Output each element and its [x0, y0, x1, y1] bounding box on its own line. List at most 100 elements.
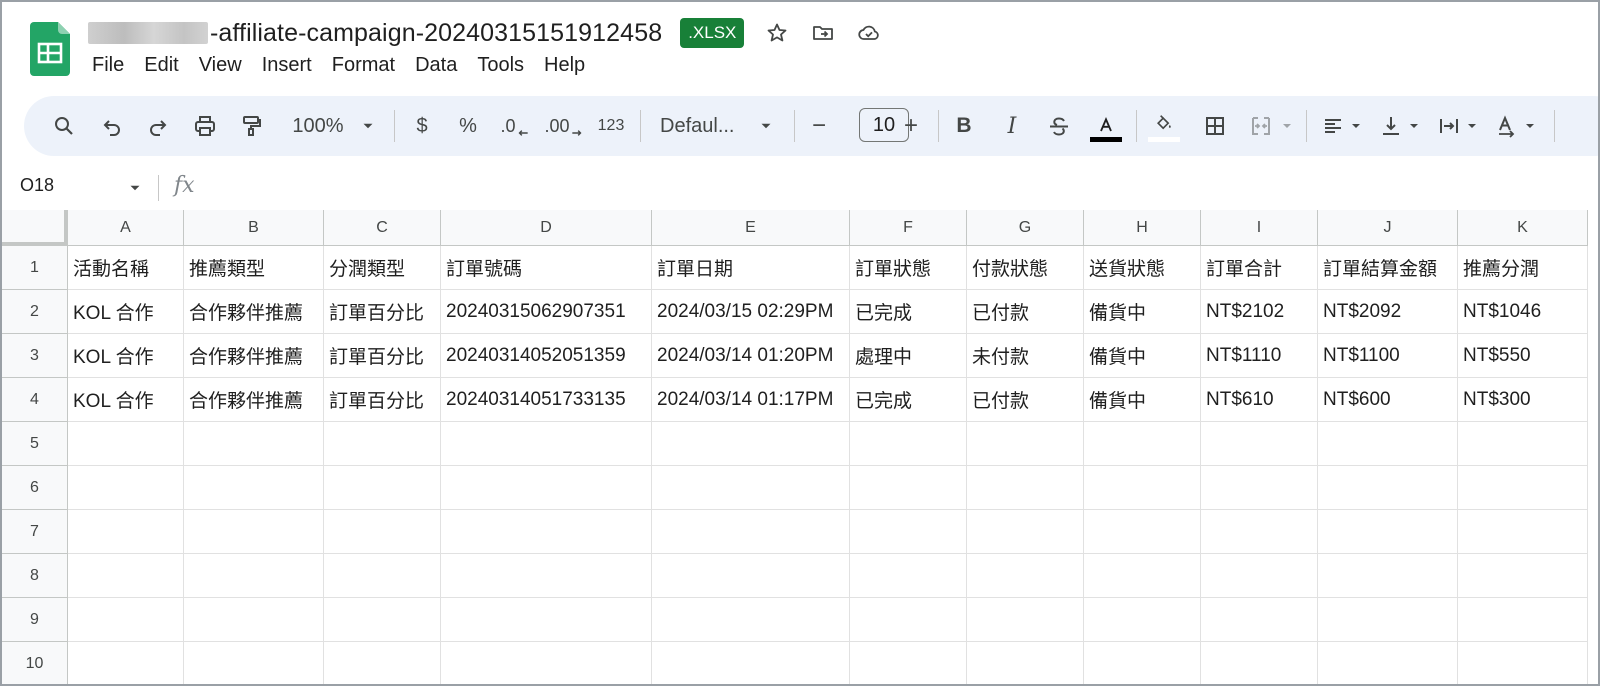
- cell-g4[interactable]: 已付款: [967, 378, 1084, 422]
- cell-d8[interactable]: [441, 554, 652, 598]
- row-header-3[interactable]: 3: [2, 334, 68, 378]
- cell-k1[interactable]: 推薦分潤: [1458, 246, 1588, 290]
- borders-icon[interactable]: [1200, 96, 1230, 156]
- document-title[interactable]: -affiliate-campaign-20240315151912458: [210, 19, 662, 48]
- font-dropdown-icon[interactable]: [756, 96, 776, 156]
- number-format-button[interactable]: 123: [594, 96, 628, 156]
- column-header-h[interactable]: H: [1084, 210, 1201, 246]
- cell-f8[interactable]: [850, 554, 967, 598]
- cell-f10[interactable]: [850, 642, 967, 684]
- cell-i4[interactable]: NT$610: [1201, 378, 1318, 422]
- cell-h5[interactable]: [1084, 422, 1201, 466]
- cell-e5[interactable]: [652, 422, 850, 466]
- row-header-8[interactable]: 8: [2, 554, 68, 598]
- column-header-c[interactable]: C: [324, 210, 441, 246]
- cell-j2[interactable]: NT$2092: [1318, 290, 1458, 334]
- increase-font-size-button[interactable]: +: [898, 96, 924, 156]
- row-header-5[interactable]: 5: [2, 422, 68, 466]
- cell-f6[interactable]: [850, 466, 967, 510]
- cell-j8[interactable]: [1318, 554, 1458, 598]
- cell-f5[interactable]: [850, 422, 967, 466]
- cell-e7[interactable]: [652, 510, 850, 554]
- menu-tools[interactable]: Tools: [467, 52, 534, 79]
- cell-f4[interactable]: 已完成: [850, 378, 967, 422]
- cell-c9[interactable]: [324, 598, 441, 642]
- merge-dropdown-icon[interactable]: [1278, 96, 1296, 156]
- decrease-decimal-button[interactable]: .0: [498, 96, 532, 156]
- valign-dropdown-icon[interactable]: [1406, 96, 1422, 156]
- cell-j6[interactable]: [1318, 466, 1458, 510]
- column-header-f[interactable]: F: [850, 210, 967, 246]
- cell-k4[interactable]: NT$300: [1458, 378, 1588, 422]
- print-icon[interactable]: [190, 96, 220, 156]
- name-box[interactable]: O18: [20, 175, 54, 196]
- font-family-select[interactable]: Defaul...: [660, 96, 746, 156]
- cell-j5[interactable]: [1318, 422, 1458, 466]
- cell-d2[interactable]: 20240315062907351: [441, 290, 652, 334]
- cell-h1[interactable]: 送貨狀態: [1084, 246, 1201, 290]
- cell-d3[interactable]: 20240314052051359: [441, 334, 652, 378]
- cell-k6[interactable]: [1458, 466, 1588, 510]
- cell-k5[interactable]: [1458, 422, 1588, 466]
- cloud-saved-icon[interactable]: [856, 20, 882, 46]
- cell-k7[interactable]: [1458, 510, 1588, 554]
- align-dropdown-icon[interactable]: [1348, 96, 1364, 156]
- cell-g8[interactable]: [967, 554, 1084, 598]
- cell-d9[interactable]: [441, 598, 652, 642]
- cell-a4[interactable]: KOL 合作: [68, 378, 184, 422]
- cell-a10[interactable]: [68, 642, 184, 684]
- cell-h8[interactable]: [1084, 554, 1201, 598]
- cell-f7[interactable]: [850, 510, 967, 554]
- cell-h3[interactable]: 備貨中: [1084, 334, 1201, 378]
- column-header-d[interactable]: D: [441, 210, 652, 246]
- column-header-g[interactable]: G: [967, 210, 1084, 246]
- name-box-dropdown-icon[interactable]: [126, 179, 144, 202]
- cell-c6[interactable]: [324, 466, 441, 510]
- bold-button[interactable]: B: [950, 96, 978, 156]
- cell-d1[interactable]: 訂單號碼: [441, 246, 652, 290]
- italic-button[interactable]: I: [998, 96, 1026, 156]
- cell-i1[interactable]: 訂單合計: [1201, 246, 1318, 290]
- cell-c8[interactable]: [324, 554, 441, 598]
- cell-d5[interactable]: [441, 422, 652, 466]
- cell-h9[interactable]: [1084, 598, 1201, 642]
- cell-i5[interactable]: [1201, 422, 1318, 466]
- cell-a9[interactable]: [68, 598, 184, 642]
- star-icon[interactable]: [764, 20, 790, 46]
- decrease-font-size-button[interactable]: −: [806, 96, 832, 156]
- horizontal-align-icon[interactable]: [1318, 96, 1348, 156]
- cell-c5[interactable]: [324, 422, 441, 466]
- menu-data[interactable]: Data: [405, 52, 467, 79]
- cell-c4[interactable]: 訂單百分比: [324, 378, 441, 422]
- cell-j7[interactable]: [1318, 510, 1458, 554]
- cell-h7[interactable]: [1084, 510, 1201, 554]
- cell-a1[interactable]: 活動名稱: [68, 246, 184, 290]
- column-header-a[interactable]: A: [68, 210, 184, 246]
- cell-d7[interactable]: [441, 510, 652, 554]
- cell-c1[interactable]: 分潤類型: [324, 246, 441, 290]
- cell-i9[interactable]: [1201, 598, 1318, 642]
- cell-f1[interactable]: 訂單狀態: [850, 246, 967, 290]
- cell-j9[interactable]: [1318, 598, 1458, 642]
- cell-b3[interactable]: 合作夥伴推薦: [184, 334, 324, 378]
- column-header-j[interactable]: J: [1318, 210, 1458, 246]
- cell-j10[interactable]: [1318, 642, 1458, 684]
- percent-button[interactable]: %: [454, 96, 482, 156]
- row-header-2[interactable]: 2: [2, 290, 68, 334]
- row-header-4[interactable]: 4: [2, 378, 68, 422]
- cell-a5[interactable]: [68, 422, 184, 466]
- cell-g2[interactable]: 已付款: [967, 290, 1084, 334]
- cell-b6[interactable]: [184, 466, 324, 510]
- cell-a6[interactable]: [68, 466, 184, 510]
- cell-e1[interactable]: 訂單日期: [652, 246, 850, 290]
- text-rotation-icon[interactable]: [1492, 96, 1522, 156]
- cell-d6[interactable]: [441, 466, 652, 510]
- cell-e4[interactable]: 2024/03/14 01:17PM: [652, 378, 850, 422]
- cell-c2[interactable]: 訂單百分比: [324, 290, 441, 334]
- cell-h4[interactable]: 備貨中: [1084, 378, 1201, 422]
- cell-h2[interactable]: 備貨中: [1084, 290, 1201, 334]
- cell-d10[interactable]: [441, 642, 652, 684]
- cell-a8[interactable]: [68, 554, 184, 598]
- cell-b1[interactable]: 推薦類型: [184, 246, 324, 290]
- cell-e10[interactable]: [652, 642, 850, 684]
